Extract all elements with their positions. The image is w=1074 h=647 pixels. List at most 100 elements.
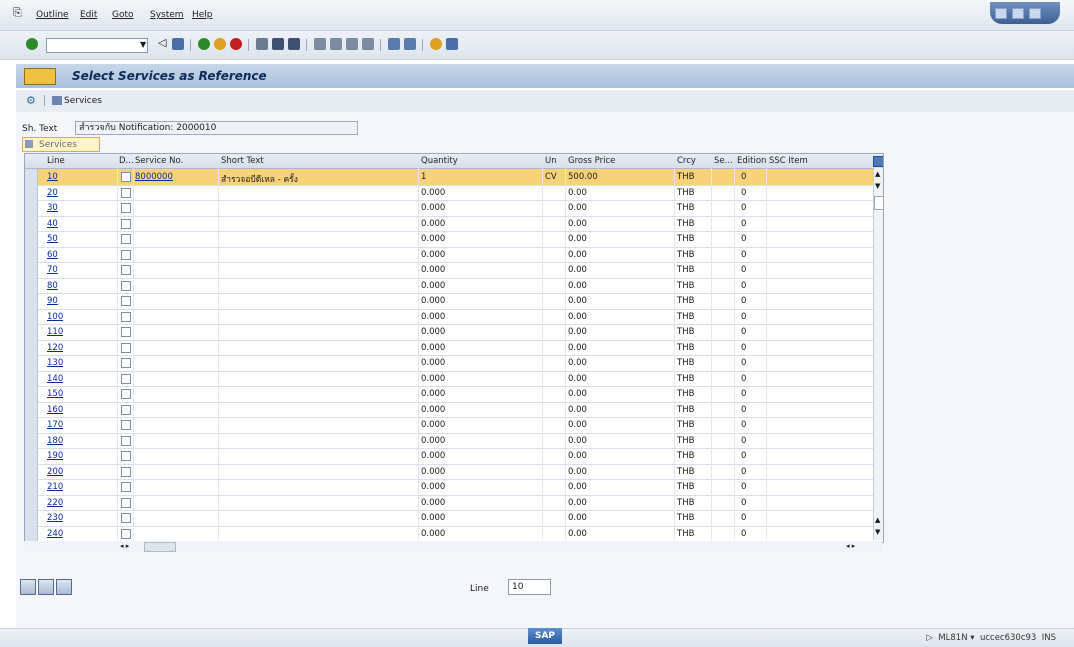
- first-page-icon[interactable]: [314, 38, 326, 50]
- cell-line[interactable]: 20: [47, 188, 58, 198]
- table-row[interactable]: 210 0.000 0.00 THB 0: [25, 479, 873, 496]
- cell-gross-price[interactable]: 0.00: [568, 358, 587, 368]
- cell-currency[interactable]: THB: [677, 250, 694, 260]
- cell-edition[interactable]: 0: [741, 281, 746, 291]
- cell-edition[interactable]: 0: [741, 234, 746, 244]
- row-selector[interactable]: [25, 463, 38, 479]
- row-selector[interactable]: [25, 184, 38, 200]
- cell-currency[interactable]: THB: [677, 529, 694, 539]
- cell-currency[interactable]: THB: [677, 234, 694, 244]
- cell-quantity[interactable]: 0.000: [421, 219, 445, 229]
- row-selector[interactable]: [25, 169, 38, 185]
- cell-currency[interactable]: THB: [677, 296, 694, 306]
- cell-line[interactable]: 160: [47, 405, 63, 415]
- row-selector[interactable]: [25, 355, 38, 371]
- table-row[interactable]: 150 0.000 0.00 THB 0: [25, 386, 873, 403]
- table-row[interactable]: 90 0.000 0.00 THB 0: [25, 293, 873, 310]
- cell-gross-price[interactable]: 0.00: [568, 467, 587, 477]
- cell-line[interactable]: 10: [47, 172, 58, 182]
- chevron-down-icon[interactable]: ▾: [970, 633, 974, 643]
- cell-quantity[interactable]: 0.000: [421, 420, 445, 430]
- col-unit[interactable]: Un: [545, 156, 557, 166]
- menu-outline[interactable]: Outline: [36, 10, 69, 20]
- col-gross-price[interactable]: Gross Price: [568, 156, 615, 166]
- col-quantity[interactable]: Quantity: [421, 156, 458, 166]
- col-ssc-item[interactable]: SSC Item: [769, 156, 808, 166]
- row-selector[interactable]: [25, 308, 38, 324]
- cell-edition[interactable]: 0: [741, 374, 746, 384]
- cell-gross-price[interactable]: 0.00: [568, 281, 587, 291]
- cell-quantity[interactable]: 0.000: [421, 234, 445, 244]
- cell-currency[interactable]: THB: [677, 327, 694, 337]
- cell-edition[interactable]: 0: [741, 467, 746, 477]
- cell-quantity[interactable]: 0.000: [421, 451, 445, 461]
- row-selector[interactable]: [25, 479, 38, 495]
- deletion-checkbox[interactable]: [121, 218, 131, 229]
- cell-currency[interactable]: THB: [677, 203, 694, 213]
- cell-quantity[interactable]: 0.000: [421, 467, 445, 477]
- col-deletion[interactable]: D...: [119, 156, 135, 166]
- previous-page-icon[interactable]: [330, 38, 342, 50]
- cell-gross-price[interactable]: 0.00: [568, 482, 587, 492]
- vertical-scrollbar[interactable]: ▲ ▼ ▲ ▼: [873, 168, 883, 540]
- cell-edition[interactable]: 0: [741, 420, 746, 430]
- cell-gross-price[interactable]: 0.00: [568, 188, 587, 198]
- cell-line[interactable]: 180: [47, 436, 63, 446]
- cell-quantity[interactable]: 0.000: [421, 482, 445, 492]
- menu-system[interactable]: System: [150, 10, 184, 20]
- row-selector[interactable]: [25, 510, 38, 526]
- table-row[interactable]: 170 0.000 0.00 THB 0: [25, 417, 873, 434]
- cell-edition[interactable]: 0: [741, 529, 746, 539]
- cell-currency[interactable]: THB: [677, 436, 694, 446]
- cell-quantity[interactable]: 0.000: [421, 265, 445, 275]
- deletion-checkbox[interactable]: [121, 172, 131, 182]
- deletion-checkbox[interactable]: [121, 513, 131, 523]
- cell-gross-price[interactable]: 0.00: [568, 234, 587, 244]
- shortcut-icon[interactable]: [404, 38, 416, 50]
- table-row[interactable]: 140 0.000 0.00 THB 0: [25, 370, 873, 387]
- deletion-checkbox[interactable]: [121, 234, 131, 244]
- table-row[interactable]: 50 0.000 0.00 THB 0: [25, 231, 873, 248]
- table-row[interactable]: 20 0.000 0.00 THB 0: [25, 184, 873, 201]
- select-all-icon[interactable]: [20, 579, 36, 595]
- cell-line[interactable]: 30: [47, 203, 58, 213]
- tab-services[interactable]: Services: [22, 137, 100, 152]
- maximize-icon[interactable]: [1012, 8, 1024, 19]
- back-arrow-icon[interactable]: ◁: [158, 36, 170, 49]
- cell-quantity[interactable]: 0.000: [421, 296, 445, 306]
- table-row[interactable]: 220 0.000 0.00 THB 0: [25, 494, 873, 511]
- scroll-thumb[interactable]: [874, 196, 883, 210]
- row-selector[interactable]: [25, 525, 38, 541]
- cell-quantity[interactable]: 0.000: [421, 188, 445, 198]
- cell-edition[interactable]: 0: [741, 265, 746, 275]
- table-row[interactable]: 10 8000000 สำรวจอบีดีเหล - ครั้ง 1 CV 500.00 T…: [25, 169, 873, 186]
- cell-gross-price[interactable]: 500.00: [568, 172, 598, 182]
- deletion-checkbox[interactable]: [121, 203, 131, 213]
- row-selector[interactable]: [25, 262, 38, 278]
- cell-quantity[interactable]: 0.000: [421, 343, 445, 353]
- services-button[interactable]: Services: [64, 96, 102, 106]
- cell-gross-price[interactable]: 0.00: [568, 265, 587, 275]
- deletion-checkbox[interactable]: [121, 187, 131, 198]
- other-services-icon[interactable]: ⚙: [26, 94, 36, 107]
- cell-currency[interactable]: THB: [677, 265, 694, 275]
- row-selector[interactable]: [25, 293, 38, 309]
- deletion-checkbox[interactable]: [121, 311, 131, 322]
- cell-currency[interactable]: THB: [677, 188, 694, 198]
- minimize-icon[interactable]: [995, 8, 1007, 19]
- row-selector[interactable]: [25, 417, 38, 433]
- last-page-icon[interactable]: [362, 38, 374, 50]
- row-selector[interactable]: [25, 246, 38, 262]
- cell-edition[interactable]: 0: [741, 327, 746, 337]
- cell-line[interactable]: 170: [47, 420, 63, 430]
- chevron-down-icon[interactable]: ▼: [140, 40, 146, 49]
- cell-quantity[interactable]: 0.000: [421, 498, 445, 508]
- command-field[interactable]: [46, 38, 148, 53]
- cell-line[interactable]: 70: [47, 265, 58, 275]
- close-icon[interactable]: [1029, 8, 1041, 19]
- col-short-text[interactable]: Short Text: [221, 156, 264, 166]
- deletion-checkbox[interactable]: [121, 327, 131, 337]
- cell-gross-price[interactable]: 0.00: [568, 312, 587, 322]
- cell-gross-price[interactable]: 0.00: [568, 451, 587, 461]
- cell-quantity[interactable]: 0.000: [421, 436, 445, 446]
